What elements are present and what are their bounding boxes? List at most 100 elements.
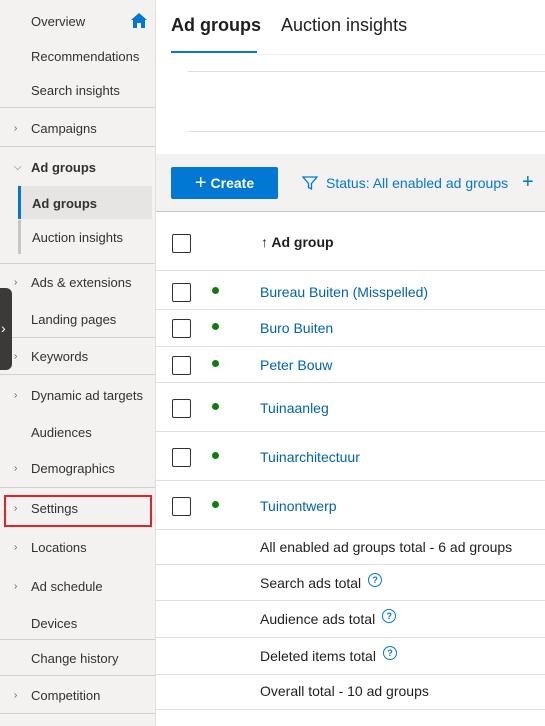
- total-label: Search ads total: [260, 575, 362, 591]
- nav-divider: [0, 146, 155, 147]
- nav-item-search-insights[interactable]: Search insights: [0, 81, 155, 99]
- total-row: Audience ads total ?: [260, 609, 397, 627]
- table-row-divider: [156, 637, 545, 638]
- table-row-divider: [156, 346, 545, 347]
- status-enabled-icon: [212, 403, 219, 410]
- table-row-divider: [156, 674, 545, 675]
- nav-item-label: Auction insights: [32, 229, 124, 245]
- chevron-right-icon: ›: [1, 320, 6, 336]
- total-label: Overall total - 10 ad groups: [260, 683, 429, 699]
- chevron-right-icon: ›: [14, 350, 18, 362]
- active-tab-indicator: [171, 51, 257, 53]
- row-checkbox[interactable]: [172, 319, 191, 338]
- chevron-right-icon: ›: [14, 389, 18, 401]
- row-checkbox[interactable]: [172, 356, 191, 375]
- nav-item-change-history[interactable]: Change history: [0, 649, 155, 667]
- status-enabled-icon: [212, 360, 219, 367]
- help-icon[interactable]: ?: [382, 609, 397, 623]
- nav-divider: [0, 374, 155, 375]
- total-label: Audience ads total: [260, 611, 376, 627]
- nav-item-label: Ads & extensions: [31, 274, 132, 290]
- nav-item-ad-groups-group[interactable]: ⌵ Ad groups: [0, 158, 155, 176]
- column-header-label: Ad group: [271, 234, 334, 250]
- nav-item-label: Search insights: [31, 82, 120, 98]
- nav-item-ad-groups[interactable]: Ad groups: [0, 194, 155, 212]
- column-header-ad-group[interactable]: ↑ Ad group: [261, 234, 334, 250]
- nav-item-label: Audiences: [31, 424, 92, 440]
- row-checkbox[interactable]: [172, 497, 191, 516]
- table-row-divider: [156, 431, 545, 432]
- nav-item-ad-schedule[interactable]: › Ad schedule: [0, 577, 155, 595]
- help-icon[interactable]: ?: [382, 646, 397, 660]
- nav-divider: [0, 675, 155, 676]
- chevron-right-icon: ›: [14, 462, 18, 474]
- nav-item-recommendations[interactable]: Recommendations: [0, 47, 155, 65]
- help-icon[interactable]: ?: [368, 573, 383, 587]
- nav-item-label: Locations: [31, 539, 87, 555]
- chevron-right-icon: ›: [14, 276, 18, 288]
- row-checkbox[interactable]: [172, 399, 191, 418]
- create-button[interactable]: + Create: [171, 167, 278, 199]
- chevron-down-icon: ⌵: [14, 161, 22, 173]
- create-button-label: Create: [210, 175, 255, 191]
- left-navigation: Overview Recommendations Search insights…: [0, 0, 156, 726]
- total-label: All enabled ad groups total - 6 ad group…: [260, 539, 513, 555]
- nav-divider: [0, 487, 155, 488]
- row-checkbox[interactable]: [172, 448, 191, 467]
- table-row-divider: [156, 600, 545, 601]
- nav-item-competition[interactable]: › Competition: [0, 686, 155, 704]
- ad-group-link[interactable]: Tuinarchitectuur: [260, 449, 360, 465]
- nav-item-label: Demographics: [31, 460, 115, 476]
- panel-divider: [188, 71, 545, 72]
- total-row: Search ads total ?: [260, 573, 383, 591]
- nav-divider: [0, 263, 155, 264]
- nav-item-label: Ad schedule: [31, 578, 103, 594]
- ad-group-link[interactable]: Buro Buiten: [260, 320, 333, 336]
- add-filter-icon[interactable]: +: [522, 171, 534, 194]
- nav-item-audiences[interactable]: Audiences: [0, 423, 155, 441]
- nav-item-campaigns[interactable]: › Campaigns: [0, 119, 155, 137]
- chevron-right-icon: ›: [14, 580, 18, 592]
- table-row-divider: [156, 382, 545, 383]
- ad-group-link[interactable]: Tuinaanleg: [260, 400, 329, 416]
- status-enabled-icon: [212, 452, 219, 459]
- ad-group-link[interactable]: Tuinontwerp: [260, 498, 337, 514]
- nav-item-label: Overview: [31, 13, 86, 29]
- total-row: All enabled ad groups total - 6 ad group…: [260, 539, 512, 555]
- nav-item-label: Ad groups: [31, 159, 96, 175]
- status-filter[interactable]: Status: All enabled ad groups: [302, 175, 508, 191]
- row-checkbox[interactable]: [172, 283, 191, 302]
- nav-item-locations[interactable]: › Locations: [0, 538, 155, 556]
- nav-item-landing-pages[interactable]: Landing pages: [0, 310, 155, 328]
- table-row-divider: [156, 309, 545, 310]
- nav-item-devices[interactable]: Devices: [0, 614, 155, 632]
- nav-item-label: Keywords: [31, 348, 89, 364]
- tab-ad-groups[interactable]: Ad groups: [171, 15, 261, 36]
- status-enabled-icon: [212, 501, 219, 508]
- filter-icon: [302, 176, 318, 191]
- table-row-divider: [156, 529, 545, 530]
- panel-divider: [188, 131, 545, 132]
- table-divider: [156, 270, 545, 271]
- status-filter-label: Status: All enabled ad groups: [326, 175, 509, 191]
- home-icon[interactable]: [131, 13, 147, 28]
- select-all-checkbox[interactable]: [172, 234, 191, 253]
- nav-item-demographics[interactable]: › Demographics: [0, 459, 155, 477]
- collapse-sidebar-handle[interactable]: ›: [0, 288, 12, 370]
- tab-auction-insights[interactable]: Auction insights: [281, 15, 407, 36]
- status-enabled-icon: [212, 323, 219, 330]
- nav-item-label: Landing pages: [31, 311, 117, 327]
- ad-group-link[interactable]: Bureau Buiten (Misspelled): [260, 284, 428, 300]
- ad-group-link[interactable]: Peter Bouw: [260, 357, 332, 373]
- nav-item-keywords[interactable]: › Keywords: [0, 347, 155, 365]
- chevron-right-icon: ›: [14, 122, 18, 134]
- nav-item-auction-insights[interactable]: Auction insights: [0, 228, 155, 246]
- nav-divider: [0, 337, 155, 338]
- nav-item-dynamic-ad-targets[interactable]: › Dynamic ad targets: [0, 386, 155, 404]
- nav-divider: [0, 107, 155, 108]
- nav-item-label: Change history: [31, 650, 119, 666]
- sort-ascending-icon: ↑: [261, 234, 268, 250]
- highlight-box: [4, 495, 152, 527]
- nav-item-label: Competition: [31, 687, 101, 703]
- nav-item-ads-extensions[interactable]: › Ads & extensions: [0, 273, 155, 291]
